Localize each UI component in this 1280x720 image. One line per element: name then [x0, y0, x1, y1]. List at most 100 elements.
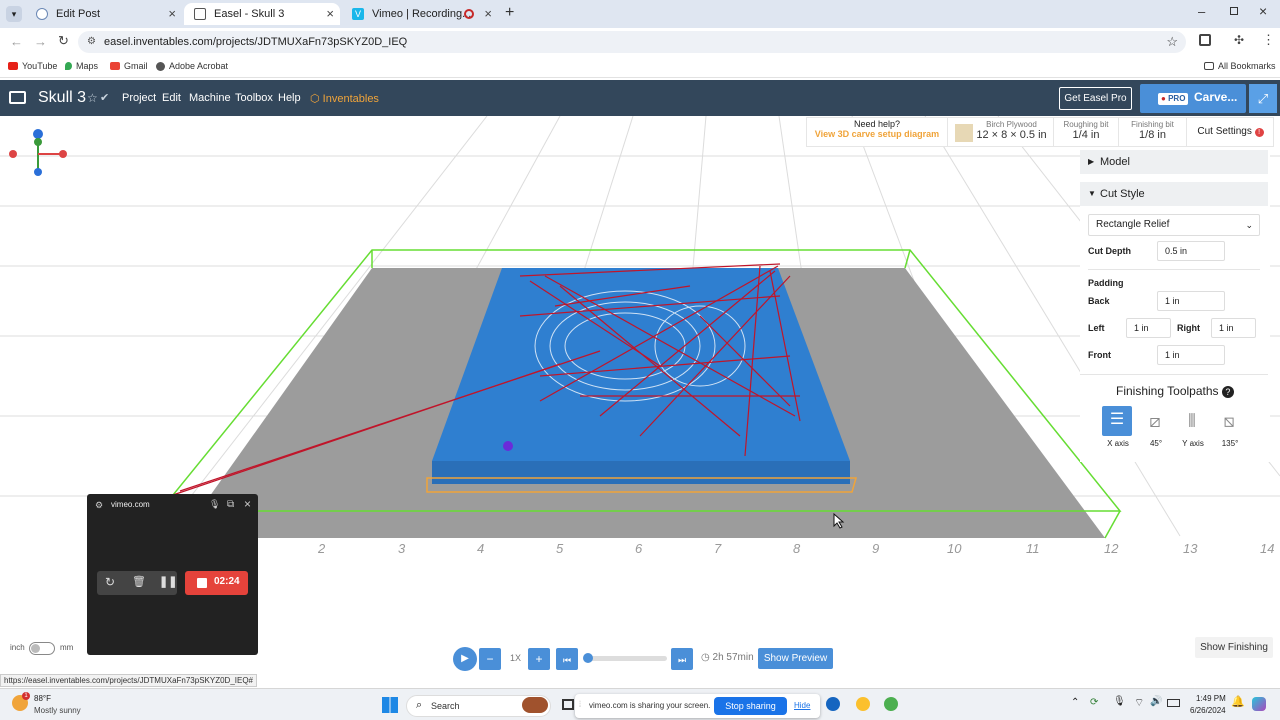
cut-settings-button[interactable]: Cut Settings ! — [1186, 118, 1274, 146]
cut-depth-label: Cut Depth — [1088, 246, 1131, 256]
drag-handle-icon[interactable]: ⦙ — [579, 699, 581, 710]
tray-volume-icon[interactable]: 🔊 — [1150, 696, 1162, 707]
skip-forward-button[interactable]: ⏭ — [671, 648, 693, 670]
popout-icon[interactable]: ⧉ — [227, 499, 234, 510]
hide-sharing-link[interactable]: Hide — [794, 701, 810, 710]
tray-chevron-icon[interactable]: ⌃ — [1071, 697, 1079, 708]
browser-tab-bar: ▾ Edit Post × Easel - Skull 3 × V Vimeo … — [0, 0, 1280, 28]
roughing-bit-selector[interactable]: Roughing bit 1/4 in — [1053, 118, 1118, 146]
front-padding-input[interactable]: 1 in — [1157, 345, 1225, 365]
cut-style-section-header[interactable]: ▼ Cut Style — [1080, 182, 1268, 206]
tab-vimeo[interactable]: V Vimeo | Recording... × — [342, 3, 498, 25]
bookmark-adobe-acrobat[interactable]: Adobe Acrobat — [156, 61, 228, 71]
material-selector[interactable]: Birch Plywood 12 × 8 × 0.5 in — [947, 118, 1053, 146]
all-bookmarks[interactable]: All Bookmarks — [1204, 61, 1276, 71]
progress-slider[interactable] — [583, 653, 667, 663]
fullscreen-button[interactable]: ⤢ — [1249, 84, 1277, 113]
tray-wifi-icon[interactable]: ⌔ — [1134, 696, 1144, 710]
stop-square-icon — [197, 578, 207, 588]
model-section-header[interactable]: ▶ Model — [1080, 150, 1268, 174]
edge-icon[interactable] — [826, 697, 840, 711]
notification-bell-icon[interactable]: 🔔 — [1231, 695, 1245, 708]
url-field[interactable]: ⚙ easel.inventables.com/projects/JDTMUXa… — [78, 31, 1186, 53]
carve-button[interactable]: ● PRO Carve... — [1140, 84, 1246, 113]
speed-down-button[interactable]: − — [479, 648, 501, 670]
close-tab-icon[interactable]: × — [326, 6, 334, 21]
bookmark-star-icon[interactable]: ☆ — [1166, 31, 1178, 53]
finishing-toolpaths-title: Finishing Toolpaths ? — [1116, 384, 1234, 398]
project-title[interactable]: Skull 3 — [38, 89, 86, 107]
bookmark-gmail[interactable]: Gmail — [110, 61, 148, 71]
chrome-icon[interactable] — [884, 697, 898, 711]
speed-up-button[interactable]: + — [528, 648, 550, 670]
profile-icon[interactable]: ✣ — [1234, 33, 1244, 47]
close-tab-icon[interactable]: × — [484, 6, 492, 21]
divider — [1080, 374, 1268, 375]
copilot-icon[interactable] — [1252, 697, 1266, 711]
tab-list-button[interactable]: ▾ — [6, 6, 22, 22]
chrome-menu-icon[interactable]: ⋮ — [1262, 32, 1275, 48]
clock-time[interactable]: 1:49 PM — [1196, 694, 1226, 703]
left-padding-input[interactable]: 1 in — [1126, 318, 1171, 338]
close-icon[interactable]: × — [244, 497, 251, 511]
maximize-button[interactable] — [1230, 7, 1238, 15]
tab-edit-post[interactable]: Edit Post × — [26, 3, 182, 25]
menu-toolbox[interactable]: Toolbox — [235, 92, 273, 104]
clock-date[interactable]: 6/26/2024 — [1190, 706, 1226, 715]
unit-toggle[interactable]: inch mm — [10, 642, 80, 656]
stop-recording-button[interactable]: 02:24 — [185, 571, 248, 595]
show-finishing-button[interactable]: Show Finishing — [1195, 637, 1273, 658]
padding-label: Padding — [1088, 278, 1124, 288]
reload-icon[interactable]: ↻ — [58, 33, 69, 49]
back-padding-input[interactable]: 1 in — [1157, 291, 1225, 311]
tray-mic-icon[interactable]: 🎙 — [1113, 696, 1126, 707]
tray-battery-icon[interactable] — [1167, 699, 1180, 707]
close-window-button[interactable]: × — [1259, 3, 1267, 19]
skip-back-button[interactable]: ⏮ — [556, 648, 578, 670]
finishing-bit-selector[interactable]: Finishing bit 1/8 in — [1118, 118, 1186, 146]
bookmark-maps[interactable]: Maps — [65, 61, 98, 71]
inventables-link[interactable]: ⬡ Inventables — [310, 92, 379, 105]
toolpath-y-axis[interactable]: ⦀ Y axis — [1177, 406, 1209, 450]
pause-icon[interactable]: ❚❚ — [159, 575, 177, 588]
cut-style-select[interactable]: Rectangle Relief ⌄ — [1088, 214, 1260, 236]
tray-sync-icon[interactable]: ⟳ — [1090, 697, 1098, 708]
microphone-icon[interactable]: 🎙 — [209, 499, 220, 510]
help-icon[interactable]: ? — [1221, 386, 1234, 398]
axis-gizmo[interactable] — [9, 129, 67, 176]
right-padding-input[interactable]: 1 in — [1211, 318, 1256, 338]
stop-sharing-button[interactable]: Stop sharing — [714, 697, 787, 715]
minimize-button[interactable]: – — [1198, 4, 1205, 19]
toolpath-45[interactable]: ⧄ 45° — [1140, 406, 1172, 450]
bookmark-youtube[interactable]: YouTube — [8, 61, 57, 71]
easel-logo-icon[interactable] — [9, 91, 26, 104]
back-icon[interactable]: ← — [10, 34, 23, 49]
close-tab-icon[interactable]: × — [168, 6, 176, 21]
new-tab-button[interactable]: + — [505, 4, 514, 22]
show-preview-button[interactable]: Show Preview — [758, 648, 833, 669]
unit-switch[interactable] — [29, 642, 55, 655]
get-easel-pro-button[interactable]: Get Easel Pro — [1059, 87, 1132, 110]
menu-edit[interactable]: Edit — [162, 92, 181, 104]
progress-knob[interactable] — [583, 653, 593, 663]
cut-depth-input[interactable]: 0.5 in — [1157, 241, 1225, 261]
task-view-icon[interactable] — [562, 699, 574, 710]
play-button[interactable]: ▶ — [453, 647, 477, 671]
plus-icon: + — [535, 652, 543, 666]
restart-icon[interactable]: ↻ — [105, 575, 115, 589]
warning-icon: ! — [1254, 128, 1264, 137]
favorite-star-icon[interactable]: ☆ — [87, 91, 98, 105]
menu-machine[interactable]: Machine — [189, 92, 231, 104]
tab-easel[interactable]: Easel - Skull 3 × — [184, 3, 340, 25]
windows-start-icon[interactable] — [382, 697, 398, 713]
toolpath-135[interactable]: ⧅ 135° — [1214, 406, 1246, 450]
norton-icon[interactable] — [856, 697, 870, 711]
extensions-icon[interactable] — [1199, 34, 1211, 46]
menu-project[interactable]: Project — [122, 92, 156, 104]
menu-help[interactable]: Help — [278, 92, 301, 104]
view-diagram-link[interactable]: View 3D carve setup diagram — [807, 129, 947, 139]
trash-icon[interactable]: 🗑 — [132, 575, 146, 588]
toolpath-x-axis[interactable]: ☰ X axis — [1102, 406, 1134, 450]
forward-icon[interactable]: → — [34, 34, 47, 49]
site-info-icon[interactable]: ⚙ — [87, 31, 96, 53]
